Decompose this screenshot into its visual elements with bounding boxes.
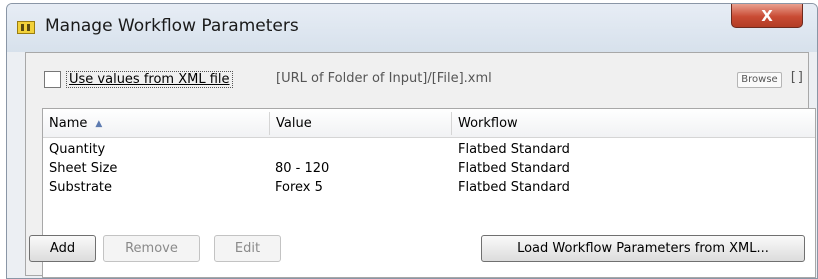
cell-workflow: Flatbed Standard xyxy=(458,142,570,157)
cell-workflow: Flatbed Standard xyxy=(458,180,570,195)
close-button[interactable]: X xyxy=(731,4,803,28)
close-icon: X xyxy=(761,6,773,25)
title-bar[interactable]: Manage Workflow Parameters X xyxy=(7,4,817,52)
window-title: Manage Workflow Parameters xyxy=(45,16,299,36)
column-header-name[interactable]: Name ▲ xyxy=(43,109,269,138)
table-row[interactable]: Quantity Flatbed Standard xyxy=(43,140,815,159)
table-header: Name ▲ Value Workflow xyxy=(43,109,815,138)
use-xml-label[interactable]: Use values from XML file xyxy=(66,71,233,88)
column-header-value[interactable]: Value xyxy=(270,109,451,138)
cell-name: Quantity xyxy=(49,142,106,157)
app-icon xyxy=(17,21,35,34)
dialog-window: Manage Workflow Parameters X Use values … xyxy=(6,3,818,279)
table-row[interactable]: Substrate Forex 5 Flatbed Standard xyxy=(43,178,815,197)
load-xml-button[interactable]: Load Workflow Parameters from XML... xyxy=(481,235,805,262)
cell-value: 80 - 120 xyxy=(275,161,330,176)
remove-button[interactable]: Remove xyxy=(103,235,200,262)
column-header-name-label: Name xyxy=(49,116,88,131)
use-xml-checkbox[interactable] xyxy=(44,71,61,88)
xml-path-field[interactable]: [URL of Folder of Input]/[File].xml xyxy=(276,71,492,86)
cell-workflow: Flatbed Standard xyxy=(458,161,570,176)
cell-name: Substrate xyxy=(49,180,113,195)
path-variable-button[interactable]: [] xyxy=(789,70,805,85)
column-header-workflow-label: Workflow xyxy=(458,116,518,131)
column-header-workflow[interactable]: Workflow xyxy=(452,109,816,138)
edit-button[interactable]: Edit xyxy=(214,235,281,262)
table-body: Quantity Flatbed Standard Sheet Size 80 … xyxy=(43,140,815,197)
cell-value: Forex 5 xyxy=(275,180,323,195)
xml-source-row: Use values from XML file [URL of Folder … xyxy=(26,53,808,93)
sort-ascending-icon: ▲ xyxy=(95,119,103,129)
table-row[interactable]: Sheet Size 80 - 120 Flatbed Standard xyxy=(43,159,815,178)
add-button[interactable]: Add xyxy=(29,235,96,262)
column-header-value-label: Value xyxy=(276,116,312,131)
browse-button[interactable]: Browse xyxy=(737,72,782,88)
cell-name: Sheet Size xyxy=(49,161,118,176)
